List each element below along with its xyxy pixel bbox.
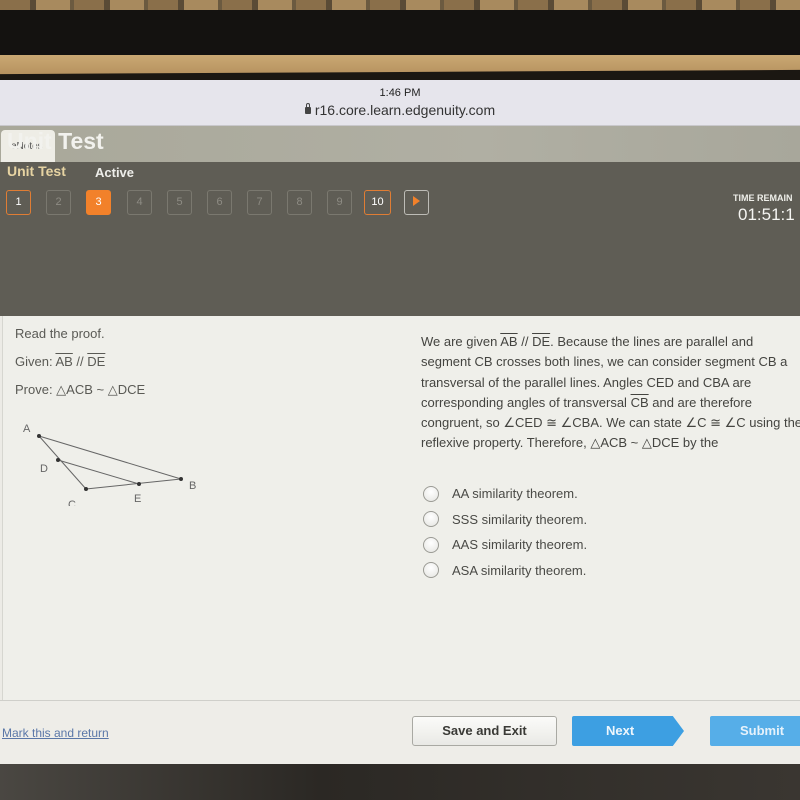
segment-de: DE xyxy=(87,354,106,369)
segment-de-line xyxy=(57,459,140,485)
question-button-9[interactable]: 9 xyxy=(327,190,352,215)
segment-ab: AB xyxy=(55,354,73,369)
question-button-2[interactable]: 2 xyxy=(46,190,71,215)
choice-asa[interactable]: ASA similarity theorem. xyxy=(423,558,587,584)
play-icon xyxy=(413,196,420,206)
instruction-text: Read the proof. xyxy=(15,326,105,341)
passage-segment-de: DE xyxy=(532,334,551,349)
passage-segment-cb: CB xyxy=(630,394,649,410)
point-b xyxy=(179,477,183,481)
photo-stage: 1:46 PM r16.core.learn.edgenuity.com eNo… xyxy=(0,0,800,800)
browser-bar: 1:46 PM r16.core.learn.edgenuity.com xyxy=(0,80,800,126)
proof-panel: Read the proof. Given: AB // DE Prove: △… xyxy=(15,326,215,411)
submit-button[interactable]: Submit xyxy=(710,716,800,746)
device-bottom-edge xyxy=(0,764,800,800)
answer-choices: AA similarity theorem. SSS similarity th… xyxy=(423,481,587,583)
choice-aa[interactable]: AA similarity theorem. xyxy=(423,481,587,507)
point-a xyxy=(37,434,41,438)
point-d xyxy=(56,458,60,462)
question-button-10[interactable]: 10 xyxy=(364,190,391,215)
url-text: r16.core.learn.edgenuity.com xyxy=(314,102,496,118)
question-button-8[interactable]: 8 xyxy=(287,190,312,215)
choice-aas[interactable]: AAS similarity theorem. xyxy=(423,532,587,558)
question-button-7[interactable]: 7 xyxy=(247,190,272,215)
label-e: E xyxy=(134,493,141,505)
address-bar[interactable]: r16.core.learn.edgenuity.com xyxy=(0,102,800,118)
label-a: A xyxy=(23,423,31,435)
time-remaining-value: 01:51:1 xyxy=(738,205,795,224)
mark-and-return-link[interactable]: Mark this and return xyxy=(2,726,109,740)
question-content: Read the proof. Given: AB // DE Prove: △… xyxy=(2,316,800,700)
triangle-figure: A D C E B xyxy=(23,423,196,506)
label-c: C xyxy=(68,499,76,506)
given-statement: Given: AB // DE xyxy=(15,354,106,369)
test-header xyxy=(0,162,800,316)
question-button-4[interactable]: 4 xyxy=(127,190,152,215)
question-button-3[interactable]: 3 xyxy=(86,190,111,215)
question-button-6[interactable]: 6 xyxy=(207,190,232,215)
tab-strip: eNotes xyxy=(0,126,800,162)
radio-button[interactable] xyxy=(423,485,439,502)
page-title: Unit Test xyxy=(7,128,104,154)
choice-sss[interactable]: SSS similarity theorem. xyxy=(423,507,587,533)
footer-bar: Mark this and return Save and Exit Next … xyxy=(0,700,800,764)
radio-button[interactable] xyxy=(423,562,439,579)
save-and-exit-button[interactable]: Save and Exit xyxy=(412,716,557,746)
radio-button[interactable] xyxy=(423,536,439,553)
lock-icon xyxy=(304,103,311,114)
activity-title: Unit Test xyxy=(7,163,66,179)
question-button-5[interactable]: 5 xyxy=(167,190,192,215)
monitor-bezel xyxy=(0,10,800,58)
point-c xyxy=(84,487,88,491)
time-remaining-label: TIME REMAIN xyxy=(733,193,793,203)
passage-segment-ab: AB xyxy=(500,334,518,349)
next-question-arrow-button[interactable] xyxy=(404,190,429,215)
segment-ab-line xyxy=(38,435,182,480)
segment-cb-line xyxy=(85,478,182,490)
radio-button[interactable] xyxy=(423,511,439,528)
point-e xyxy=(137,482,141,486)
label-d: D xyxy=(40,463,48,475)
next-button[interactable]: Next xyxy=(572,716,684,746)
status-time: 1:46 PM xyxy=(379,87,421,99)
status-label: Active xyxy=(95,165,135,180)
prove-statement: Prove: △ACB ~ △DCE xyxy=(15,382,146,397)
label-b: B xyxy=(189,480,196,492)
passage-text: We are given AB // DE. Because the lines… xyxy=(421,334,800,451)
question-button-1[interactable]: 1 xyxy=(6,190,31,215)
